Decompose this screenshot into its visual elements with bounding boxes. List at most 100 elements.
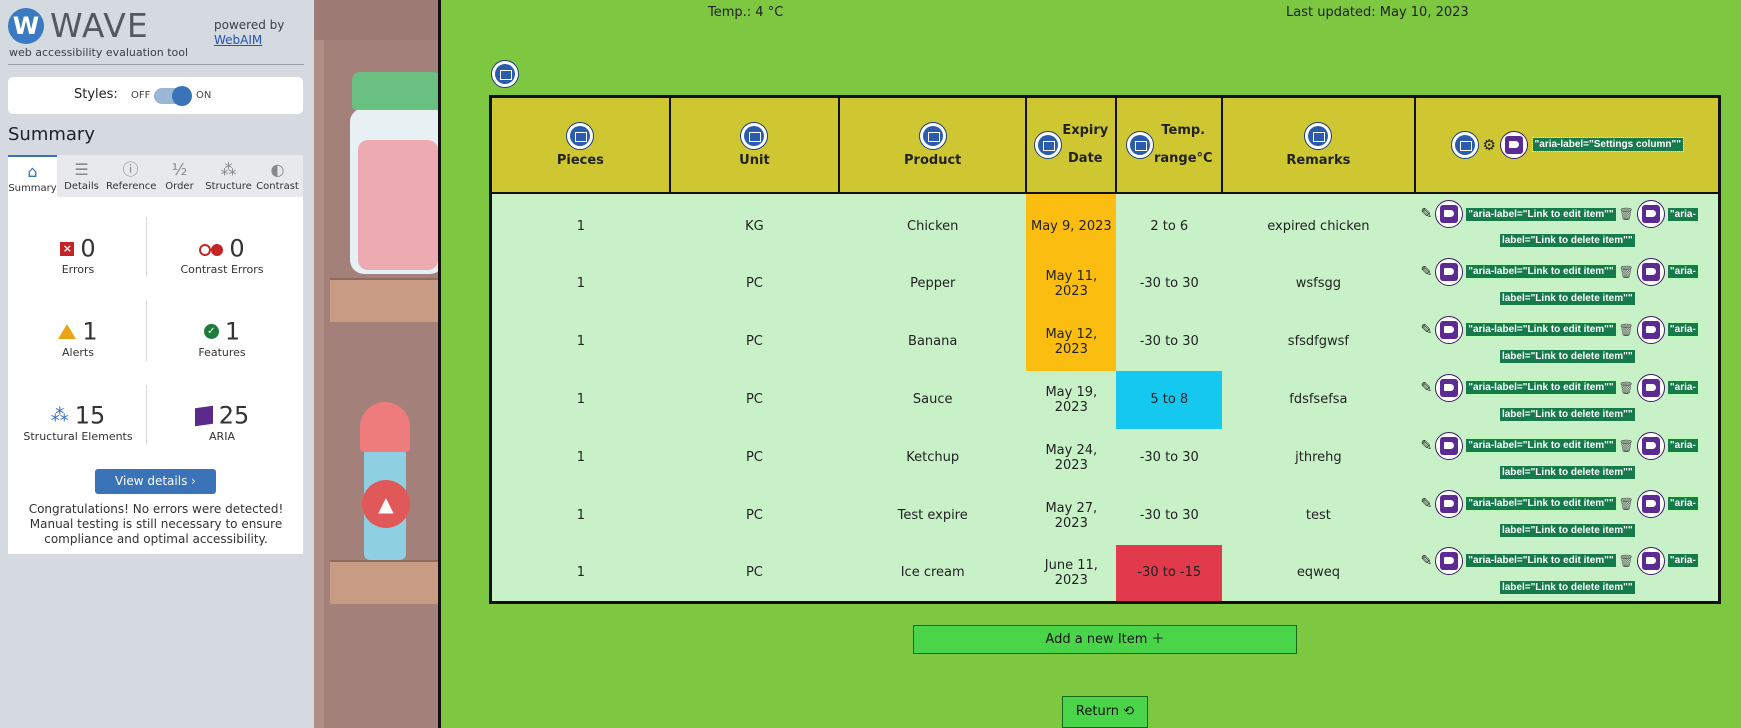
structure-icon: ⁂ [50, 404, 69, 426]
cell-expiry: May 27, 2023 [1026, 486, 1117, 545]
styles-toggle[interactable] [154, 86, 192, 106]
cell-expiry: May 11, 2023 [1026, 254, 1117, 313]
trash-icon[interactable]: 🗑 [1619, 432, 1634, 460]
trash-icon[interactable]: 🗑 [1619, 490, 1634, 518]
edit-aria-label: "aria-label="Link to edit item"" [1465, 264, 1617, 279]
trash-icon[interactable]: 🗑 [1619, 200, 1634, 228]
tab-summary[interactable]: ⌂ Summary [8, 155, 57, 197]
tab-order[interactable]: ½ Order [155, 155, 204, 197]
aria-tag-icon[interactable] [1435, 431, 1464, 460]
tab-structure[interactable]: ⁂ Structure [204, 155, 253, 197]
errors-label: Errors [61, 263, 95, 276]
aria-tag-icon[interactable] [1636, 373, 1665, 402]
aria-tag-icon[interactable] [1636, 431, 1665, 460]
contrast-errors-count: 0 [229, 234, 245, 263]
settings-aria-label: "aria-label="Settings column"" [1531, 137, 1685, 153]
aria-label: ARIA [209, 430, 235, 443]
styles-on-label: ON [196, 90, 212, 101]
contrast-error-icon [199, 242, 224, 256]
cell-unit: PC [669, 312, 840, 371]
edit-icon[interactable]: ✎ [1421, 490, 1433, 518]
delete-aria-label-start: "aria- [1666, 553, 1699, 569]
edit-icon[interactable]: ✎ [1421, 316, 1433, 344]
edit-aria-label: "aria-label="Link to edit item"" [1465, 322, 1617, 337]
table-header-icon[interactable] [918, 121, 947, 150]
gear-icon[interactable]: ⚙ [1483, 136, 1496, 154]
col-product-label: Product [904, 152, 962, 168]
cell-product: Banana [839, 312, 1027, 371]
trash-icon[interactable]: 🗑 [1619, 547, 1634, 575]
features-count: 1 [224, 317, 241, 346]
view-details-button[interactable]: View details › [95, 469, 216, 494]
col-temp-label-1: Temp. [1161, 122, 1206, 138]
edit-aria-label: "aria-label="Link to edit item"" [1465, 206, 1617, 222]
edit-icon[interactable]: ✎ [1421, 374, 1433, 402]
cell-temp-range: 5 to 8 [1116, 370, 1223, 429]
aria-tag-icon[interactable] [1636, 315, 1665, 344]
table-header-icon[interactable] [1034, 130, 1063, 159]
add-item-button[interactable]: Add a new Item ＋ [913, 625, 1297, 654]
aria-tag-icon[interactable] [1499, 130, 1528, 159]
col-expiry-label-1: Expiry [1062, 122, 1109, 138]
aria-tag-icon[interactable] [1636, 200, 1665, 228]
structure-icon: ⁂ [220, 160, 237, 179]
cell-product: Pepper [839, 254, 1027, 313]
edit-icon[interactable]: ✎ [1421, 258, 1433, 286]
webaim-link[interactable]: WebAIM [214, 33, 262, 47]
aria-tag-icon[interactable] [1636, 546, 1665, 575]
toggle-knob[interactable] [172, 86, 192, 106]
wave-logo-text: WAVE [50, 6, 149, 45]
tab-contrast[interactable]: ◐ Contrast [253, 155, 302, 197]
list-icon: ☰ [74, 160, 89, 179]
table-header-icon[interactable] [1450, 130, 1479, 159]
table-icon[interactable] [491, 60, 519, 88]
aria-tag-icon[interactable] [1435, 546, 1464, 575]
table-header-icon[interactable] [1125, 130, 1154, 159]
cell-product: Ice cream [839, 544, 1027, 603]
inventory-table: Pieces Unit Product Expiry Date Temp. rang… [489, 95, 1721, 604]
return-button[interactable]: Return ⟲ [1062, 696, 1148, 728]
aria-icon [194, 405, 213, 426]
aria-count: 25 [218, 401, 250, 430]
cell-pieces: 1 [490, 428, 670, 487]
aria-tag-icon[interactable] [1636, 489, 1665, 518]
main-border [438, 0, 441, 728]
edit-aria-label: "aria-label="Link to edit item"" [1465, 438, 1617, 453]
cell-unit: PC [669, 254, 840, 313]
trash-icon[interactable]: 🗑 [1619, 316, 1634, 344]
shelf-side [314, 40, 324, 728]
styles-toggle-box: Styles: OFF ON [8, 77, 303, 114]
delete-aria-label-end: label="Link to delete item"" [1498, 464, 1636, 480]
delete-aria-label-end: label="Link to delete item"" [1498, 290, 1636, 306]
edit-icon[interactable]: ✎ [1421, 432, 1433, 460]
tab-details[interactable]: ☰ Details [57, 155, 106, 197]
aria-tag-icon[interactable] [1435, 373, 1464, 402]
aria-tag-icon[interactable] [1435, 489, 1464, 518]
trash-icon[interactable]: 🗑 [1619, 258, 1634, 286]
wave-tagline: web accessibility evaluation tool [9, 46, 189, 59]
cell-actions: ✎ "aria-label="Link to edit item"" 🗑 "aria-… [1414, 370, 1720, 429]
cell-remarks: wsfsgg [1222, 254, 1415, 313]
edit-icon[interactable]: ✎ [1421, 200, 1433, 228]
cell-actions: ✎ "aria-label="Link to edit item"" 🗑 "aria-… [1414, 544, 1720, 603]
cell-temp-range: -30 to 30 [1116, 486, 1223, 545]
col-remarks: Remarks [1221, 95, 1416, 194]
table-header-icon[interactable] [1304, 121, 1333, 150]
table-header-icon[interactable] [566, 121, 595, 150]
col-settings: ⚙ "aria-label="Settings column"" [1413, 95, 1721, 194]
table-header-icon[interactable] [740, 121, 769, 150]
aria-tag-icon[interactable] [1435, 315, 1464, 344]
cell-temp-range: 2 to 6 [1116, 192, 1223, 255]
edit-icon[interactable]: ✎ [1421, 547, 1433, 575]
aria-tag-icon[interactable] [1636, 257, 1665, 286]
cell-remarks: jthrehg [1222, 428, 1415, 487]
tab-label: Reference [106, 181, 157, 192]
trash-icon[interactable]: 🗑 [1619, 374, 1634, 402]
aria-tag-icon[interactable] [1435, 200, 1464, 228]
divider [146, 217, 147, 277]
col-expiry-label-2: Date [1068, 150, 1103, 166]
wave-sidebar: W WAVE web accessibility evaluation tool… [0, 0, 314, 728]
aria-tag-icon[interactable] [1435, 257, 1464, 286]
table-row: 1 PC Ketchup May 24, 2023 -30 to 30 jthrehg ✎ "… [490, 428, 1720, 487]
tab-reference[interactable]: ⓘ Reference [106, 155, 157, 197]
